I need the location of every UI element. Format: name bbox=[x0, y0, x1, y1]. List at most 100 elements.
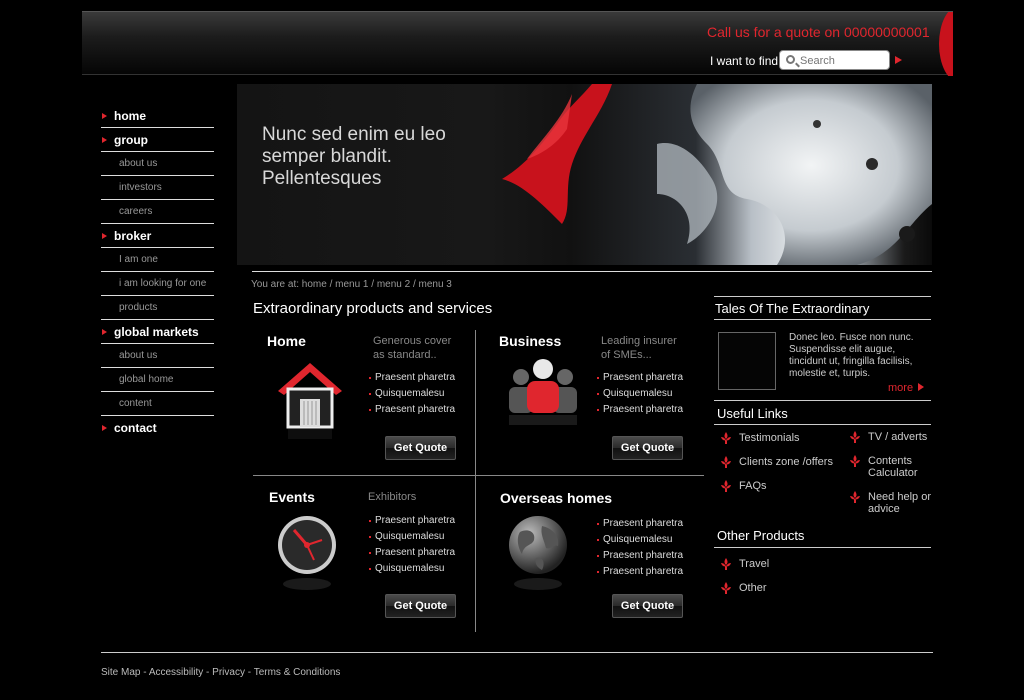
useful-links-divider bbox=[714, 424, 931, 425]
house-icon bbox=[278, 363, 342, 439]
product-home-title[interactable]: Home bbox=[267, 333, 306, 349]
fleur-icon bbox=[721, 480, 731, 492]
nav-subitem-looking-for-one[interactable]: i am looking for one bbox=[101, 272, 214, 296]
link-label: Other bbox=[739, 582, 767, 594]
list-item: Praesent pharetra bbox=[369, 545, 455, 561]
section-title: Extraordinary products and services bbox=[253, 300, 493, 317]
footer-separator: - bbox=[140, 667, 149, 678]
link-clients-zone[interactable]: Clients zone /offers bbox=[717, 456, 847, 468]
tales-footer-divider bbox=[714, 400, 931, 401]
home-get-quote-button[interactable]: Get Quote bbox=[385, 436, 456, 460]
link-tv-adverts[interactable]: TV / adverts bbox=[846, 431, 936, 443]
footer-links: Site Map - Accessibility - Privacy - Ter… bbox=[101, 667, 340, 678]
footer-link-accessibility[interactable]: Accessibility bbox=[149, 667, 203, 678]
nav-item-home[interactable]: home bbox=[101, 104, 214, 128]
page: Call us for a quote on 00000000001 I wan… bbox=[0, 0, 1024, 700]
list-item: Quisquemalesu bbox=[369, 386, 455, 402]
fleur-icon bbox=[850, 491, 860, 503]
other-products-title: Other Products bbox=[717, 528, 805, 543]
footer-divider bbox=[101, 652, 933, 653]
link-label: Contents Calculator bbox=[868, 455, 918, 479]
nav-item-contact[interactable]: contact bbox=[101, 416, 214, 440]
nav-subitem-investors[interactable]: intvestors bbox=[101, 176, 214, 200]
list-item: Praesent pharetra bbox=[597, 516, 683, 532]
footer-link-privacy[interactable]: Privacy bbox=[212, 667, 245, 678]
nav-subitem-about-us[interactable]: about us bbox=[101, 152, 214, 176]
banner-line-2: semper blandit. bbox=[262, 146, 392, 167]
fleur-icon bbox=[721, 432, 731, 444]
product-home-sub2: as standard.. bbox=[373, 349, 437, 361]
link-label: Testimonials bbox=[739, 432, 800, 444]
search-input[interactable] bbox=[800, 53, 886, 68]
header-swoosh-decoration bbox=[937, 12, 953, 76]
product-events-bullets: Praesent pharetra Quisquemalesu Praesent… bbox=[369, 513, 455, 577]
nav-subitem-careers[interactable]: careers bbox=[101, 200, 214, 224]
link-faqs[interactable]: FAQs bbox=[717, 480, 837, 492]
business-get-quote-button[interactable]: Get Quote bbox=[612, 436, 683, 460]
list-item: Praesent pharetra bbox=[597, 564, 683, 580]
red-ribbon-image bbox=[502, 84, 612, 224]
other-products-divider bbox=[714, 547, 931, 548]
product-events-subtitle: Exhibitors bbox=[368, 491, 417, 503]
nav-item-broker[interactable]: broker bbox=[101, 224, 214, 248]
banner-text: Nunc sed enim eu leo semper blandit. Pel… bbox=[262, 124, 492, 190]
nav-item-global-markets[interactable]: global markets bbox=[101, 320, 214, 344]
link-other[interactable]: Other bbox=[717, 582, 797, 594]
footer-separator: - bbox=[203, 667, 213, 678]
link-contents-calculator[interactable]: Contents Calculator bbox=[846, 455, 926, 479]
tales-more-link[interactable]: more bbox=[888, 382, 924, 394]
grid-divider-horizontal bbox=[253, 475, 704, 476]
nav-subitem-products[interactable]: products bbox=[101, 296, 214, 320]
list-item: Praesent pharetra bbox=[597, 548, 683, 564]
breadcrumb-divider bbox=[252, 271, 932, 272]
tales-top-divider bbox=[714, 296, 931, 297]
link-need-help[interactable]: Need help or advice bbox=[846, 491, 938, 515]
list-item: Praesent pharetra bbox=[597, 370, 683, 386]
nav-subitem-content[interactable]: content bbox=[101, 392, 214, 416]
link-testimonials[interactable]: Testimonials bbox=[717, 432, 837, 444]
list-item: Quisquemalesu bbox=[369, 529, 455, 545]
link-label: Need help or advice bbox=[868, 491, 931, 515]
product-events-title[interactable]: Events bbox=[269, 489, 315, 505]
breadcrumb[interactable]: You are at: home / menu 1 / menu 2 / men… bbox=[251, 279, 452, 290]
list-item: Praesent pharetra bbox=[369, 370, 455, 386]
events-get-quote-button[interactable]: Get Quote bbox=[385, 594, 456, 618]
search-box[interactable] bbox=[779, 50, 890, 70]
list-item: Praesent pharetra bbox=[369, 402, 455, 418]
product-business-bullets: Praesent pharetra Quisquemalesu Praesent… bbox=[597, 370, 683, 418]
product-home-subtitle: Generous cover as standard.. bbox=[373, 334, 451, 362]
list-item: Quisquemalesu bbox=[597, 386, 683, 402]
find-label: I want to find bbox=[710, 54, 779, 68]
list-item: Praesent pharetra bbox=[369, 513, 455, 529]
clock-icon bbox=[278, 516, 336, 590]
fleur-icon bbox=[850, 431, 860, 443]
tales-title: Tales Of The Extraordinary bbox=[715, 301, 870, 316]
footer-link-terms[interactable]: Terms & Conditions bbox=[254, 667, 341, 678]
nav-subitem-global-home[interactable]: global home bbox=[101, 368, 214, 392]
list-item: Quisquemalesu bbox=[597, 532, 683, 548]
nav-subitem-global-about-us[interactable]: about us bbox=[101, 344, 214, 368]
nav-subitem-i-am-one[interactable]: I am one bbox=[101, 248, 214, 272]
tales-thumbnail[interactable] bbox=[718, 332, 776, 390]
tales-bottom-divider bbox=[714, 319, 931, 320]
footer-link-sitemap[interactable]: Site Map bbox=[101, 667, 140, 678]
list-item: Praesent pharetra bbox=[597, 402, 683, 418]
sidebar-nav: home group about us intvestors careers b… bbox=[101, 104, 214, 440]
link-label: TV / adverts bbox=[868, 431, 928, 443]
list-item: Quisquemalesu bbox=[369, 561, 455, 577]
search-icon bbox=[786, 55, 795, 64]
tales-text: Donec leo. Fusce non nunc. Suspendisse e… bbox=[789, 332, 914, 379]
product-business-title[interactable]: Business bbox=[499, 333, 561, 349]
product-business-sub1: Leading insurer bbox=[601, 335, 677, 347]
fleur-icon bbox=[721, 558, 731, 570]
product-home-bullets: Praesent pharetra Quisquemalesu Praesent… bbox=[369, 370, 455, 418]
product-overseas-bullets: Praesent pharetra Quisquemalesu Praesent… bbox=[597, 516, 683, 580]
nav-item-group[interactable]: group bbox=[101, 128, 214, 152]
banner-line-3: Pellentesques bbox=[262, 168, 382, 189]
overseas-get-quote-button[interactable]: Get Quote bbox=[612, 594, 683, 618]
link-travel[interactable]: Travel bbox=[717, 558, 797, 570]
fleur-icon bbox=[721, 582, 731, 594]
search-go-arrow-icon[interactable] bbox=[895, 56, 902, 64]
product-home-sub1: Generous cover bbox=[373, 335, 452, 347]
product-overseas-title[interactable]: Overseas homes bbox=[500, 490, 612, 506]
